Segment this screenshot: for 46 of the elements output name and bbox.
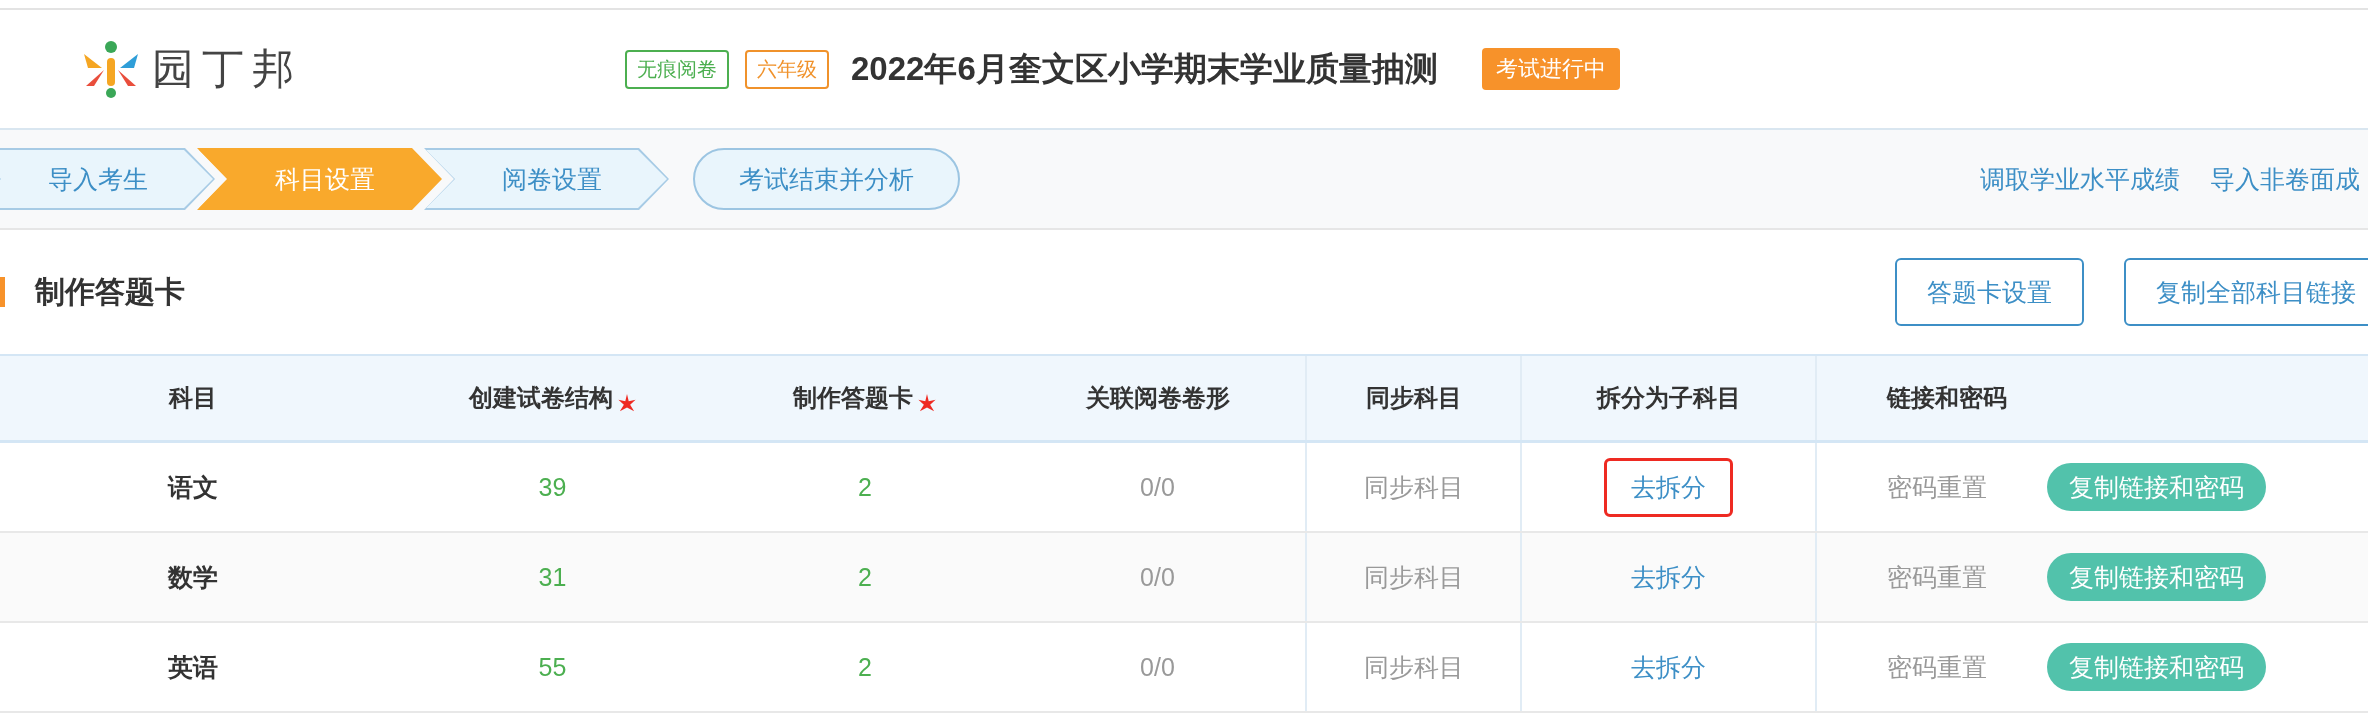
grade-tag: 无痕阅卷 <box>625 49 729 89</box>
column-header: 制作答题卡 <box>793 383 913 413</box>
copy-link-button[interactable]: 复制链接和密码 <box>2047 643 2266 691</box>
section-marker <box>0 277 5 307</box>
reset-password-link[interactable]: 密码重置 <box>1887 470 1987 504</box>
table-cell: 2 <box>858 472 872 502</box>
logo-text: 园丁邦 <box>152 44 302 94</box>
exam-title: 2022年6月奎文区小学期末学业质量抽测 <box>851 48 1438 89</box>
table-cell: 0/0 <box>1140 562 1175 592</box>
step-tab[interactable]: 阅卷设置 <box>424 148 669 210</box>
table-cell: 39 <box>538 472 567 502</box>
column-header: 同步科目 <box>1365 383 1462 413</box>
step-tab[interactable]: 导入考生 <box>0 148 215 210</box>
split-link[interactable]: 去拆分 <box>1604 547 1733 607</box>
copy-link-button[interactable]: 复制链接和密码 <box>2047 463 2266 511</box>
reset-password-link[interactable]: 密码重置 <box>1887 560 1987 594</box>
column-header: 创建试卷结构 <box>468 383 613 413</box>
sync-link[interactable]: 同步科目 <box>1363 650 1464 684</box>
table-cell-text: 数学 <box>167 561 218 593</box>
table-cell: 2 <box>858 562 872 592</box>
copy-link-button[interactable]: 复制链接和密码 <box>2047 553 2266 601</box>
reset-password-link[interactable]: 密码重置 <box>1887 650 1987 684</box>
section-title: 制作答题卡 <box>35 273 185 310</box>
table-cell: 31 <box>538 562 567 592</box>
action-button[interactable]: 复制全部科目链接 <box>2124 258 2368 326</box>
column-header: 关联阅卷卷形 <box>1085 383 1230 413</box>
column-header: 拆分为子科目 <box>1596 383 1741 413</box>
grade-tag: 六年级 <box>745 49 829 89</box>
column-header: 链接和密码 <box>1887 383 2007 413</box>
sync-link[interactable]: 同步科目 <box>1363 560 1464 594</box>
table-cell: 55 <box>538 652 567 682</box>
column-header: 科目 <box>168 383 217 413</box>
table-cell: 0/0 <box>1140 472 1175 502</box>
step-tab[interactable]: 科目设置 <box>197 148 442 210</box>
table-cell-text: 英语 <box>167 651 218 683</box>
split-link[interactable]: 去拆分 <box>1604 637 1733 697</box>
split-link[interactable]: 去拆分 <box>1604 457 1733 517</box>
status-badge: 考试进行中 <box>1481 48 1620 90</box>
table-cell: 2 <box>858 652 872 682</box>
nav-link[interactable]: 导入非卷面成 <box>2210 162 2360 196</box>
table-cell: 0/0 <box>1140 652 1175 682</box>
action-button[interactable]: 答题卡设置 <box>1895 258 2084 326</box>
nav-link[interactable]: 调取学业水平成绩 <box>1980 162 2180 196</box>
sync-link[interactable]: 同步科目 <box>1363 470 1464 504</box>
finish-exam-button[interactable]: 考试结束并分析 <box>693 148 960 210</box>
table-cell-text: 语文 <box>167 471 218 503</box>
